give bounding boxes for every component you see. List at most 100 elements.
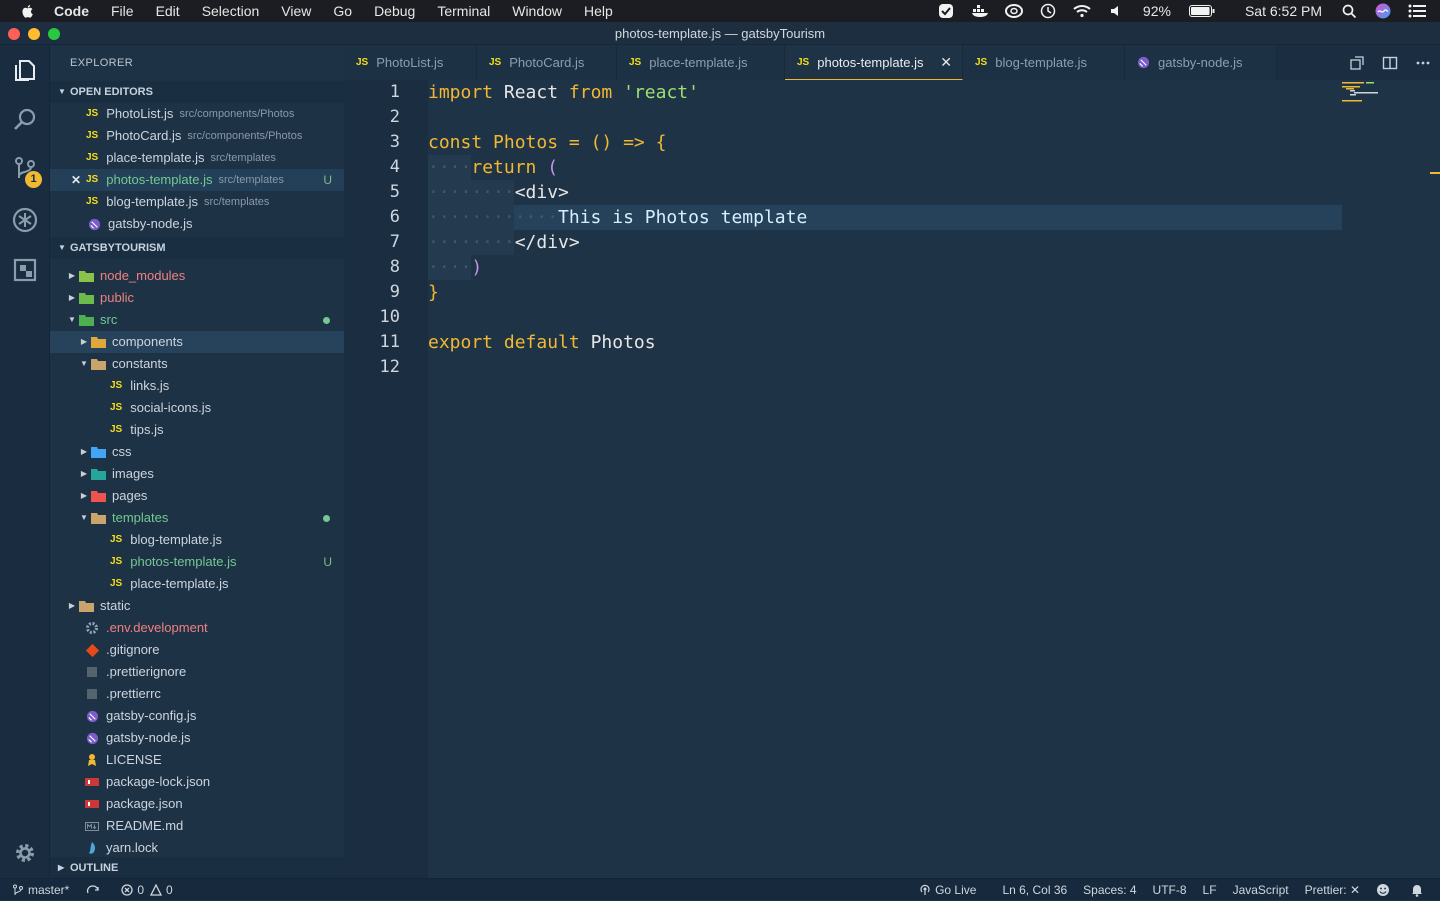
search-activity[interactable] (0, 95, 50, 145)
tree-folder[interactable]: ▶ css (50, 441, 344, 463)
minimize-window-button[interactable] (28, 28, 40, 40)
js-file-icon: JS (629, 57, 642, 68)
tree-folder[interactable]: ▶ components (50, 331, 344, 353)
whitespace-dots: ········ (428, 182, 515, 203)
line-ending[interactable]: LF (1203, 883, 1217, 897)
code-area[interactable]: import React from 'react' const Photos =… (428, 80, 1342, 878)
chevron-right-icon: ▶ (68, 601, 76, 610)
docker-icon[interactable] (971, 2, 989, 20)
code-editor[interactable]: 1 2 3 4 5 6 7 8 9 10 11 12 import React … (344, 80, 1440, 878)
js-file-icon: JS (86, 130, 99, 141)
tree-file[interactable]: README.md (50, 815, 344, 837)
tree-file[interactable]: gatsby-node.js (50, 727, 344, 749)
go-live-button[interactable]: Go Live (919, 883, 976, 897)
open-editor-item[interactable]: JS PhotoCard.js src/components/Photos (50, 125, 344, 147)
source-control-activity[interactable] (0, 145, 50, 195)
tree-file[interactable]: JS links.js (50, 375, 344, 397)
minimap[interactable] (1342, 80, 1428, 120)
tree-file[interactable]: .env.development (50, 617, 344, 639)
tree-folder[interactable]: ▶ node_modules (50, 265, 344, 287)
code-line: import React from 'react' (428, 80, 699, 105)
tree-folder[interactable]: ▼ constants (50, 353, 344, 375)
siri-icon[interactable] (1374, 2, 1392, 20)
menu-code[interactable]: Code (54, 3, 89, 19)
menu-debug[interactable]: Debug (374, 3, 415, 19)
close-tab-icon[interactable]: ✕ (940, 45, 952, 80)
notification-center-icon[interactable] (1408, 2, 1426, 20)
open-changes-icon[interactable] (1349, 55, 1365, 71)
volume-icon[interactable] (1107, 2, 1125, 20)
split-editor-icon[interactable] (1382, 55, 1398, 71)
tree-folder[interactable]: ▶ images (50, 463, 344, 485)
tree-folder[interactable]: ▶ public (50, 287, 344, 309)
project-header[interactable]: ▼ GATSBYTOURISM (50, 237, 344, 259)
explorer-activity[interactable] (0, 45, 50, 95)
tab-gatsby-node[interactable]: gatsby-node.js (1125, 45, 1277, 80)
apple-icon[interactable] (20, 3, 36, 19)
tree-file[interactable]: .prettierignore (50, 661, 344, 683)
debug-activity[interactable] (0, 195, 50, 245)
open-editor-item-active[interactable]: ✕ JS photos-template.js src/templates U (50, 169, 344, 191)
tree-file[interactable]: LICENSE (50, 749, 344, 771)
tab-photolist[interactable]: JS PhotoList.js (344, 45, 477, 80)
outline-header[interactable]: ▶ OUTLINE (50, 857, 344, 878)
tree-file[interactable]: JS blog-template.js (50, 529, 344, 551)
indentation[interactable]: Spaces: 4 (1083, 883, 1136, 897)
notifications-button[interactable] (1410, 883, 1428, 897)
zoom-window-button[interactable] (48, 28, 60, 40)
more-actions-icon[interactable] (1415, 55, 1431, 71)
menu-edit[interactable]: Edit (156, 3, 180, 19)
language-mode[interactable]: JavaScript (1233, 883, 1289, 897)
tree-file[interactable]: package.json (50, 793, 344, 815)
problems-indicator[interactable]: 0 0 (121, 883, 173, 897)
menu-go[interactable]: Go (333, 3, 352, 19)
keyword-token: from (568, 82, 613, 103)
menu-view[interactable]: View (281, 3, 311, 19)
creative-cloud-icon[interactable] (1004, 2, 1023, 20)
wifi-icon[interactable] (1073, 2, 1091, 20)
menu-file[interactable]: File (111, 3, 134, 19)
open-editor-item[interactable]: JS place-template.js src/templates (50, 147, 344, 169)
menu-selection[interactable]: Selection (202, 3, 260, 19)
spotlight-search-icon[interactable] (1340, 2, 1358, 20)
todo-check-icon[interactable] (937, 2, 955, 20)
tree-file[interactable]: JS photos-template.js U (50, 551, 344, 573)
tree-file[interactable]: .gitignore (50, 639, 344, 661)
tree-folder[interactable]: ▶ pages (50, 485, 344, 507)
cursor-position[interactable]: Ln 6, Col 36 (1002, 883, 1067, 897)
open-editor-item[interactable]: JS PhotoList.js src/components/Photos (50, 103, 344, 125)
tree-file[interactable]: .prettierrc (50, 683, 344, 705)
close-window-button[interactable] (8, 28, 20, 40)
tab-place-template[interactable]: JS place-template.js (617, 45, 785, 80)
tab-blog-template[interactable]: JS blog-template.js (963, 45, 1125, 80)
sync-button[interactable] (85, 884, 105, 896)
open-editors-header[interactable]: ▼ OPEN EDITORS (50, 81, 344, 103)
extensions-activity[interactable] (0, 245, 50, 295)
encoding[interactable]: UTF-8 (1153, 883, 1187, 897)
menu-window[interactable]: Window (512, 3, 562, 19)
menu-terminal[interactable]: Terminal (437, 3, 490, 19)
prettier-status[interactable]: Prettier: ✕ (1305, 883, 1360, 897)
tab-photos-template[interactable]: JS photos-template.js ✕ (785, 45, 963, 80)
tree-file[interactable]: JS place-template.js (50, 573, 344, 595)
settings-file-icon (84, 620, 100, 636)
battery-icon[interactable] (1188, 2, 1215, 20)
line-number: 11 (379, 332, 400, 352)
tree-folder[interactable]: ▼ templates (50, 507, 344, 529)
tree-file[interactable]: gatsby-config.js (50, 705, 344, 727)
time-machine-icon[interactable] (1039, 2, 1057, 20)
feedback-button[interactable] (1376, 883, 1394, 897)
open-editor-item[interactable]: gatsby-node.js (50, 213, 344, 235)
tree-file[interactable]: JS social-icons.js (50, 397, 344, 419)
tree-file[interactable]: JS tips.js (50, 419, 344, 441)
tree-file[interactable]: package-lock.json (50, 771, 344, 793)
close-icon[interactable]: ✕ (71, 169, 81, 191)
manage-activity[interactable] (0, 828, 50, 878)
open-editor-item[interactable]: JS blog-template.js src/templates (50, 191, 344, 213)
menubar-clock[interactable]: Sat 6:52 PM (1245, 3, 1322, 19)
tree-folder[interactable]: ▶ static (50, 595, 344, 617)
tree-folder[interactable]: ▼ src (50, 309, 344, 331)
menu-help[interactable]: Help (584, 3, 613, 19)
git-branch[interactable]: master* (12, 883, 69, 897)
tab-photocard[interactable]: JS PhotoCard.js (477, 45, 617, 80)
